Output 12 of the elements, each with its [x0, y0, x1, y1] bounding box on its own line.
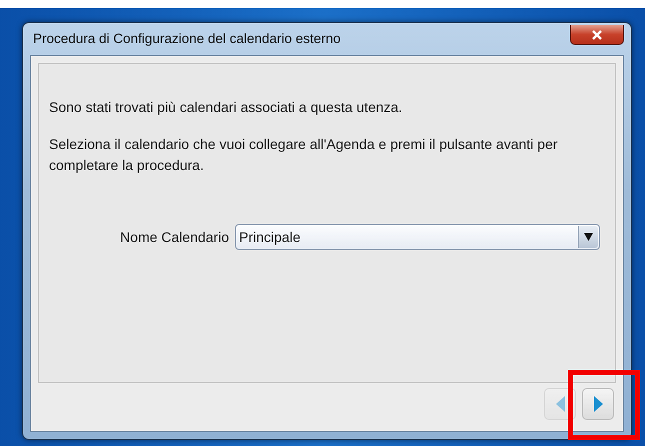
close-icon	[591, 30, 603, 40]
message-text: Seleziona il calendario che vuoi collegare all'Agenda e premi il pulsante avanti per completare la procedura.	[49, 135, 559, 175]
right-triangle-icon	[594, 396, 602, 412]
calendar-dropdown[interactable]: Principale	[235, 224, 600, 250]
highlight-frame	[568, 370, 640, 440]
field-label: Nome Calendario	[119, 228, 230, 246]
window-title: Procedura di Configurazione del calendario esterno	[32, 30, 341, 48]
next-button[interactable]	[582, 388, 614, 420]
dropdown-arrow-icon	[584, 233, 593, 241]
message-text: Sono stati trovati più calendari associati a questa utenza.	[49, 98, 404, 117]
left-triangle-icon	[556, 396, 564, 412]
close-button[interactable]	[570, 25, 624, 45]
